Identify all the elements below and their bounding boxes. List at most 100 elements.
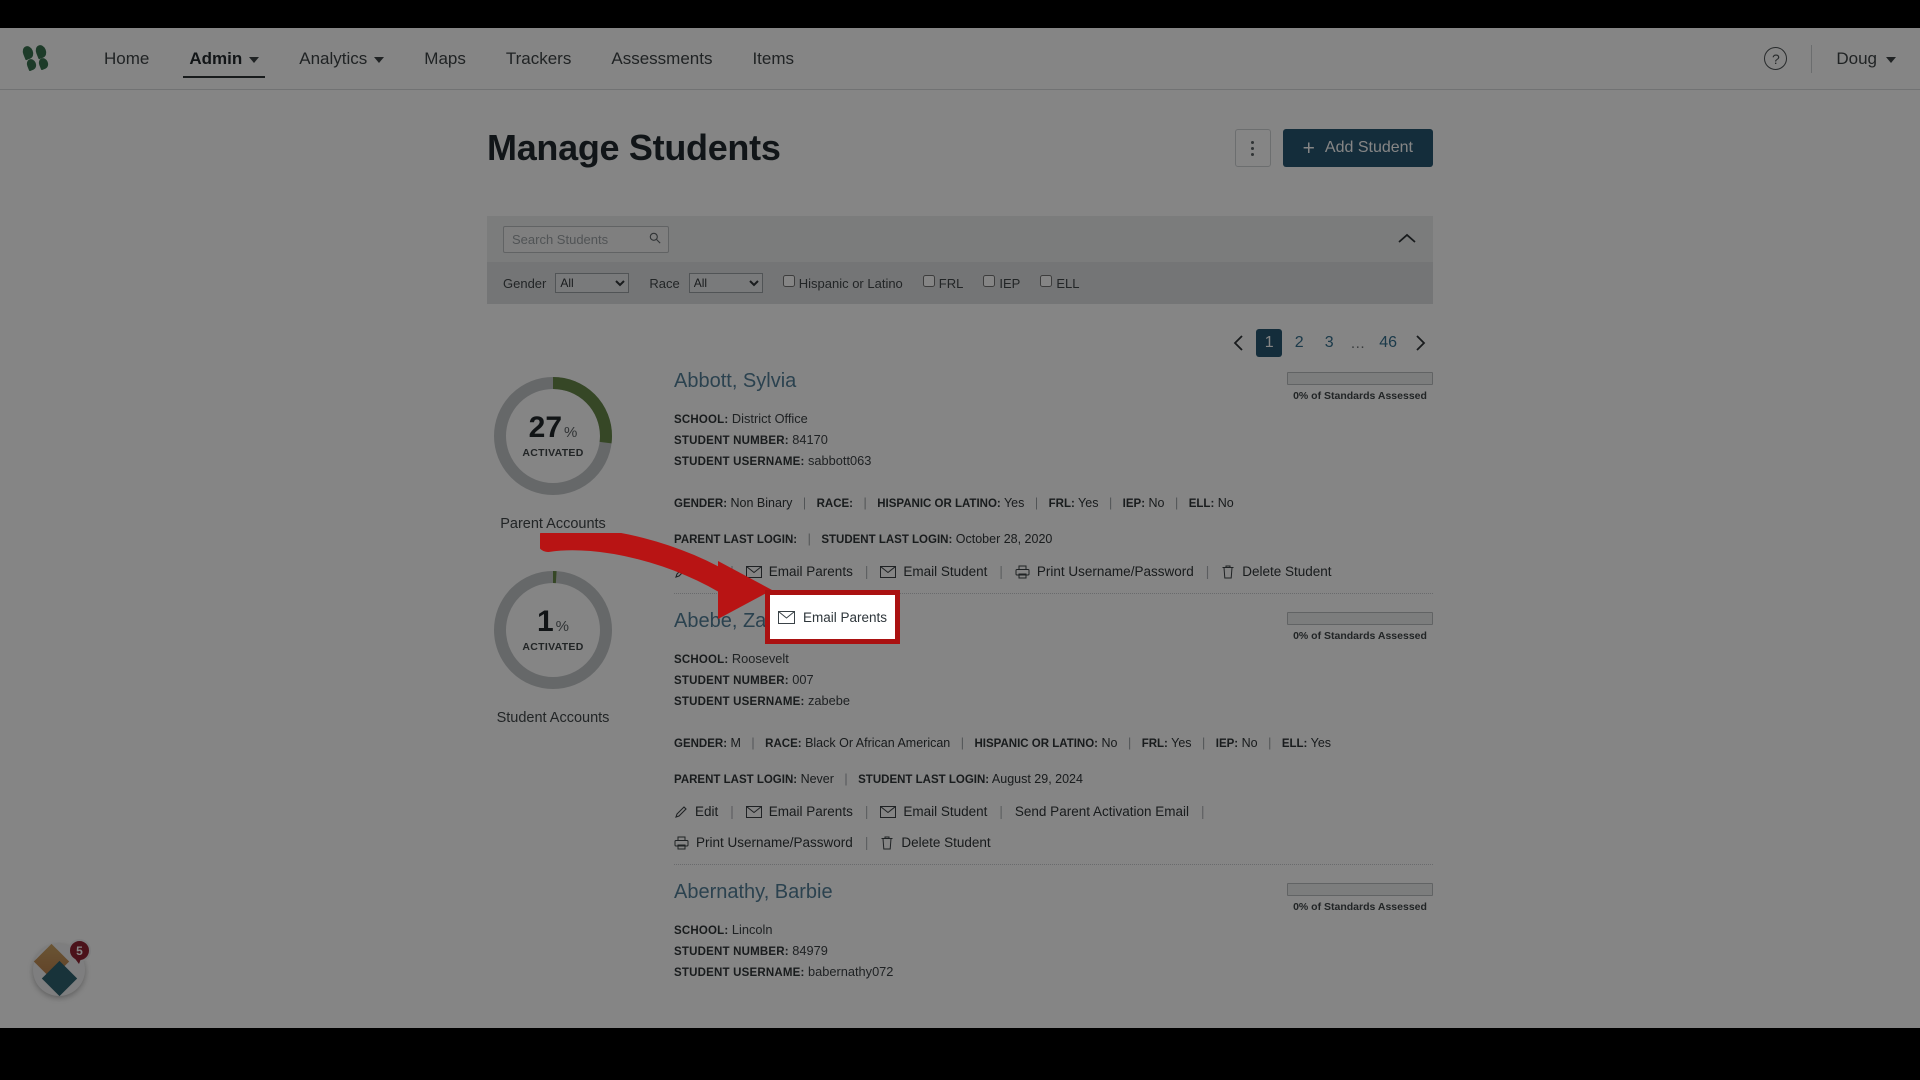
pencil-icon — [675, 805, 687, 818]
printer-icon — [1015, 565, 1030, 578]
student-donut-value-row: 1% — [537, 607, 569, 637]
email-student-action[interactable]: Email Student — [880, 564, 987, 579]
page-header-actions: + Add Student — [1234, 129, 1433, 167]
school-label: SCHOOL: — [674, 414, 729, 426]
iep-filter[interactable]: IEP — [983, 274, 1020, 291]
email-parents-action[interactable]: Email Parents — [745, 804, 853, 819]
pagination-next[interactable] — [1407, 329, 1433, 357]
student-username-value: babernathy072 — [808, 964, 894, 979]
search-input[interactable] — [504, 226, 668, 252]
student-number: STUDENT NUMBER: 84170 — [674, 430, 1433, 451]
delete-student-action[interactable]: Delete Student — [880, 835, 991, 850]
divider: | — [864, 835, 869, 850]
frl-value: Yes — [1171, 736, 1192, 750]
race-label: RACE: — [816, 498, 853, 510]
student-row: 0% of Standards Assessed Abernathy, Barb… — [674, 881, 1433, 997]
email-parents-label: Email Parents — [768, 804, 853, 819]
user-menu[interactable]: Doug — [1836, 49, 1896, 69]
ell-value: No — [1217, 496, 1234, 510]
standards-assessed-meter: 0% of Standards Assessed — [1287, 883, 1433, 913]
frl-checkbox[interactable] — [922, 274, 935, 287]
ell-label: ELL: — [1188, 498, 1215, 510]
race-label: RACE: — [765, 738, 802, 750]
pagination-page-2[interactable]: 2 — [1286, 329, 1312, 357]
student-number: STUDENT NUMBER: 007 — [674, 670, 1433, 691]
gender-filter-select[interactable]: All — [555, 273, 630, 293]
ell-filter[interactable]: ELL — [1040, 274, 1079, 291]
student-number: STUDENT NUMBER: 84979 — [674, 941, 1433, 962]
gender-value: M — [730, 736, 741, 750]
parent-login-label: PARENT LAST LOGIN: — [674, 774, 798, 786]
account-stats-column: 27% ACTIVATED Parent Accounts 1 % ACTIVA… — [487, 370, 619, 1013]
page-title: Manage Students — [487, 127, 781, 168]
more-options-button[interactable] — [1234, 129, 1271, 167]
pagination: 1 2 3 … 46 — [487, 326, 1433, 360]
nav-item-analytics[interactable]: Analytics — [279, 28, 404, 90]
nav-items: Home Admin Analytics Maps Trackers Asses… — [84, 28, 814, 90]
student-login-value: August 29, 2024 — [991, 772, 1083, 786]
send-parent-activation-action[interactable]: Send Parent Activation Email — [1015, 804, 1189, 819]
divider: | — [999, 564, 1003, 579]
edit-action[interactable]: Edit — [674, 804, 718, 819]
nav-item-home[interactable]: Home — [84, 28, 169, 90]
nav-item-maps[interactable]: Maps — [404, 28, 486, 90]
pagination-last-page[interactable]: 46 — [1373, 329, 1403, 357]
nav-item-admin[interactable]: Admin — [169, 28, 279, 90]
email-parents-callout[interactable]: Email Parents — [765, 590, 900, 644]
parent-accounts-label: Parent Accounts — [500, 516, 606, 532]
help-beacon-widget[interactable]: 5 — [33, 939, 91, 997]
edit-label: Edit — [695, 804, 719, 819]
logo-icon[interactable] — [20, 43, 56, 73]
race-filter-select[interactable]: All — [688, 273, 763, 293]
student-school: SCHOOL: Roosevelt — [674, 649, 1433, 670]
nav-item-assessments[interactable]: Assessments — [591, 28, 732, 90]
divider: | — [1201, 804, 1205, 819]
dimmed-page-layer: Home Admin Analytics Maps Trackers Asses… — [0, 28, 1920, 1028]
help-icon[interactable]: ? — [1764, 47, 1788, 70]
frl-filter[interactable]: FRL — [922, 274, 963, 291]
student-login-value: October 28, 2020 — [955, 532, 1053, 546]
divider: | — [844, 772, 848, 786]
student-number-label: STUDENT NUMBER: — [674, 675, 789, 687]
student-login-info: PARENT LAST LOGIN: Never | STUDENT LAST … — [674, 772, 1433, 786]
page-header-row: Manage Students + Add Student — [487, 122, 1433, 174]
iep-value: No — [1148, 496, 1165, 510]
student-actions: Edit | Email Parents — [674, 564, 1433, 579]
edit-action[interactable]: Edit — [674, 564, 718, 579]
iep-checkbox[interactable] — [983, 274, 996, 287]
kebab-dot — [1251, 146, 1255, 150]
student-accounts-stat: 1% ACTIVATED Student Accounts — [487, 564, 619, 726]
hispanic-filter[interactable]: Hispanic or Latino — [782, 274, 903, 291]
send-activation-label: Send Parent Activation Email — [1014, 804, 1190, 819]
standards-label: 0% of Standards Assessed — [1293, 630, 1427, 642]
divider: | — [999, 804, 1003, 819]
printer-icon — [674, 836, 689, 849]
envelope-icon — [880, 805, 897, 818]
hispanic-checkbox[interactable] — [782, 274, 795, 287]
trash-icon — [1222, 565, 1234, 578]
delete-student-action[interactable]: Delete Student — [1221, 564, 1332, 579]
hispanic-label: Hispanic or Latino — [798, 275, 903, 291]
user-name-label: Doug — [1836, 48, 1877, 68]
envelope-icon — [777, 610, 795, 624]
nav-item-trackers[interactable]: Trackers — [486, 28, 592, 90]
pagination-prev[interactable] — [1226, 329, 1252, 357]
divider: | — [1202, 736, 1206, 750]
print-credentials-action[interactable]: Print Username/Password — [1015, 564, 1194, 579]
gender-label: GENDER: — [674, 738, 728, 750]
pagination-page-1[interactable]: 1 — [1256, 329, 1283, 357]
student-donut-center: 1% ACTIVATED — [487, 564, 619, 696]
add-student-button[interactable]: + Add Student — [1282, 129, 1433, 167]
print-credentials-action[interactable]: Print Username/Password — [674, 835, 853, 850]
pagination-page-3[interactable]: 3 — [1316, 329, 1342, 357]
school-value: Lincoln — [731, 922, 773, 937]
ell-checkbox[interactable] — [1040, 274, 1053, 287]
email-student-action[interactable]: Email Student — [880, 804, 987, 819]
hispanic-value: Yes — [1003, 496, 1025, 510]
race-filter-label: Race — [649, 275, 680, 291]
nav-item-items[interactable]: Items — [732, 28, 814, 90]
help-glyph: ? — [1771, 50, 1780, 67]
email-parents-action[interactable]: Email Parents — [745, 564, 853, 579]
standards-bar — [1287, 883, 1433, 896]
chevron-up-icon[interactable] — [1397, 232, 1417, 246]
